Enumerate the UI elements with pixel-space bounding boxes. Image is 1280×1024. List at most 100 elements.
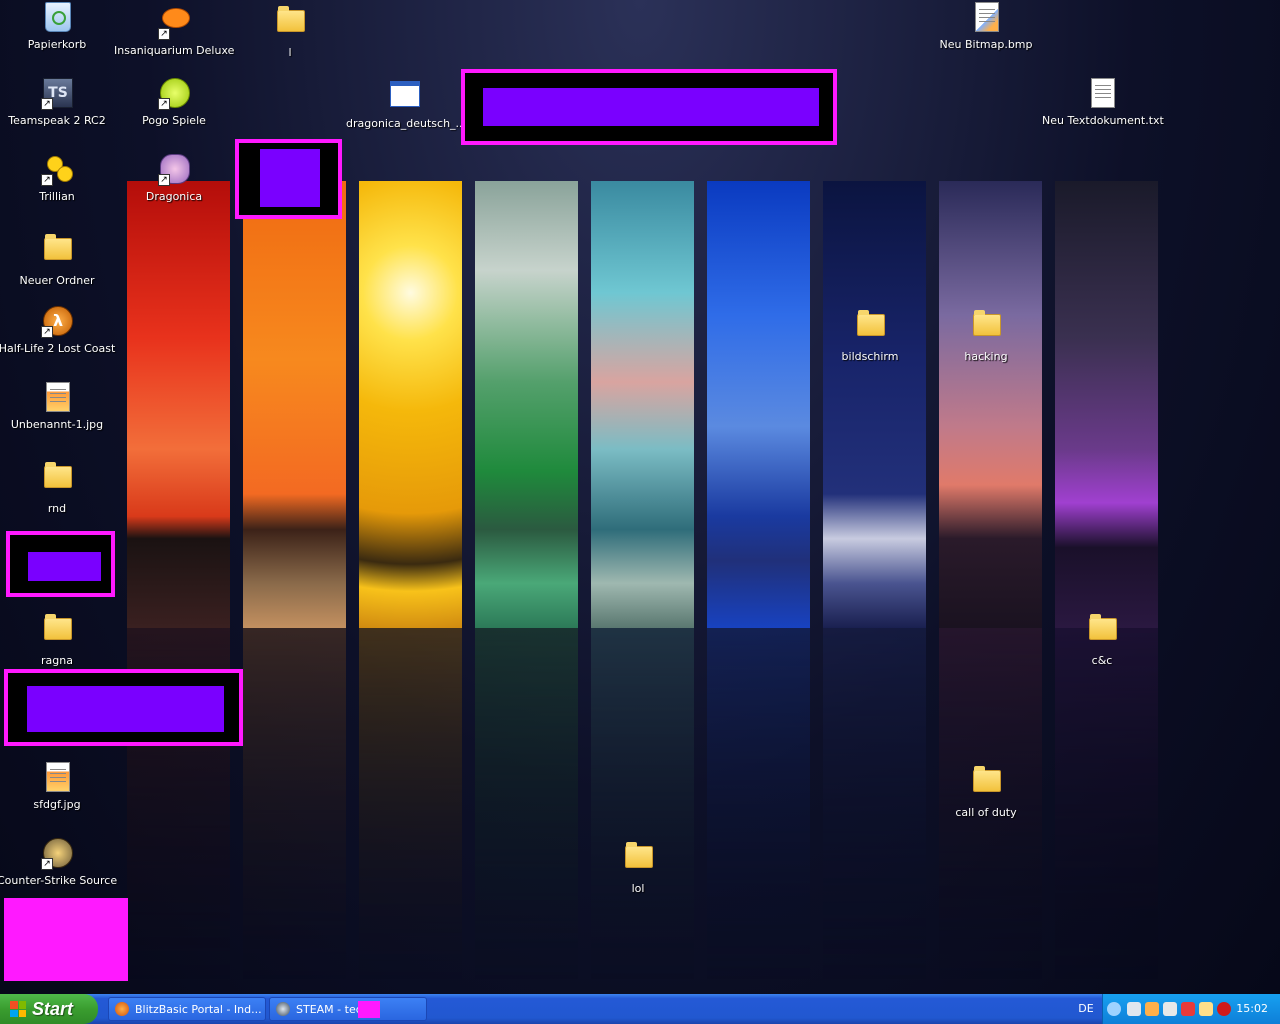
- redaction-box: [4, 669, 243, 746]
- desktop-icon-label: Neuer Ordner: [19, 274, 95, 287]
- text-document-icon: [1086, 78, 1118, 110]
- desktop-icon-label: sfdgf.jpg: [33, 798, 81, 811]
- redaction-box: [235, 139, 342, 219]
- desktop-icon-label: Papierkorb: [27, 38, 87, 51]
- desktop-icon-label: Neu Textdokument.txt: [1042, 114, 1164, 127]
- tray-expand-icon[interactable]: [1107, 1002, 1121, 1016]
- desktop-icon-label: Trillian: [39, 190, 75, 203]
- desktop-icon-label: Counter-Strike Source: [0, 874, 118, 887]
- desktop-icon-teamspeak[interactable]: TS ↗ Teamspeak 2 RC2: [0, 78, 117, 127]
- desktop-icon-label: hacking: [964, 350, 1008, 363]
- wallpaper-panel-indigo: [823, 181, 926, 981]
- network-tray-icon[interactable]: [1163, 1002, 1177, 1016]
- wallpaper-panel-blue: [707, 181, 810, 981]
- folder-icon: [41, 234, 73, 270]
- desktop[interactable]: Papierkorb ↗ Insaniquarium Deluxe l Neu …: [0, 0, 1280, 994]
- desktop-icon-half-life-2[interactable]: λ ↗ Half-Life 2 Lost Coast: [0, 306, 117, 355]
- desktop-icon-counter-strike[interactable]: ↗ Counter-Strike Source: [0, 838, 117, 887]
- desktop-icon-recycle-bin[interactable]: Papierkorb: [0, 2, 117, 51]
- start-label: Start: [32, 998, 74, 1019]
- redaction-box: [461, 69, 837, 145]
- clock[interactable]: 15:02: [1236, 994, 1268, 1024]
- desktop-icon-lol[interactable]: lol: [578, 838, 698, 895]
- desktop-icon-sfdgf-jpg[interactable]: sfdgf.jpg: [0, 762, 117, 811]
- redaction-box: [6, 531, 115, 597]
- wallpaper-panel-orange: [243, 181, 346, 981]
- start-button[interactable]: Start: [0, 994, 98, 1024]
- counter-strike-icon: ↗: [41, 838, 73, 870]
- antivirus-tray-icon[interactable]: [1217, 1002, 1231, 1016]
- desktop-icon-label: l: [288, 46, 292, 59]
- redaction-box: [358, 1001, 380, 1018]
- desktop-icon-label: Pogo Spiele: [142, 114, 206, 127]
- trillian-icon: ↗: [41, 154, 73, 186]
- desktop-icon-label: bildschirm: [841, 350, 899, 363]
- recycle-bin-icon: [41, 2, 73, 34]
- folder-icon: [1086, 614, 1118, 650]
- image-file-icon: [41, 382, 73, 414]
- task-label: BlitzBasic Portal - Ind...: [135, 1003, 262, 1016]
- desktop-icon-label: Neu Bitmap.bmp: [939, 38, 1033, 51]
- wallpaper-panel-purple: [1055, 181, 1158, 981]
- wallpaper-panel-violet: [939, 181, 1042, 981]
- desktop-icon-label: Teamspeak 2 RC2: [8, 114, 106, 127]
- desktop-icon-text-document[interactable]: Neu Textdokument.txt: [1042, 78, 1164, 127]
- folder-icon: [41, 462, 73, 498]
- wallpaper-panel-yellow: [359, 181, 462, 981]
- folder-icon: [41, 614, 73, 650]
- image-file-icon: [41, 762, 73, 794]
- desktop-icon-unbenannt-jpg[interactable]: Unbenannt-1.jpg: [0, 382, 117, 431]
- shortcut-arrow-icon: ↗: [41, 858, 53, 870]
- pogo-icon: ↗: [158, 78, 190, 110]
- wallpaper-panel-green: [475, 181, 578, 981]
- desktop-icon-dragonica[interactable]: ↗ Dragonica: [114, 154, 234, 203]
- dragonica-icon: ↗: [158, 154, 190, 186]
- desktop-icon-call-of-duty[interactable]: call of duty: [926, 762, 1046, 819]
- taskbar-button-steam[interactable]: STEAM - ted: [269, 997, 427, 1021]
- desktop-icon-label: rnd: [47, 502, 67, 515]
- folder-icon: [274, 6, 306, 42]
- task-label: STEAM - ted: [296, 1003, 363, 1016]
- language-indicator[interactable]: DE: [1074, 994, 1098, 1024]
- shortcut-arrow-icon: ↗: [158, 174, 170, 186]
- desktop-icon-insaniquarium[interactable]: ↗ Insaniquarium Deluxe: [114, 2, 234, 57]
- desktop-icon-cnc[interactable]: c&c: [1042, 610, 1162, 667]
- tray-app-icon[interactable]: [1145, 1002, 1159, 1016]
- desktop-icon-rnd[interactable]: rnd: [0, 458, 117, 515]
- desktop-icon-bildschirm[interactable]: bildschirm: [810, 306, 930, 363]
- folder-icon: [854, 310, 886, 346]
- desktop-icon-label: dragonica_deutsch_...: [346, 117, 467, 130]
- application-window-icon: [390, 81, 422, 113]
- folder-icon: [622, 842, 654, 878]
- windows-logo-icon: [10, 1001, 26, 1017]
- desktop-icon-ragna[interactable]: ragna: [0, 610, 117, 667]
- firefox-icon: [115, 1002, 129, 1016]
- system-tray: 15:02: [1102, 994, 1280, 1024]
- shortcut-arrow-icon: ↗: [41, 326, 53, 338]
- desktop-icon-hacking[interactable]: hacking: [926, 306, 1046, 363]
- desktop-icon-bitmap-file[interactable]: Neu Bitmap.bmp: [926, 2, 1046, 51]
- steam-tray-icon[interactable]: [1127, 1002, 1141, 1016]
- desktop-icon-trillian[interactable]: ↗ Trillian: [0, 154, 117, 203]
- taskbar-button-blitzbasic[interactable]: BlitzBasic Portal - Ind...: [108, 997, 266, 1021]
- teamspeak-icon: TS ↗: [41, 78, 73, 110]
- wallpaper-panel-red: [127, 181, 230, 981]
- steam-icon: [276, 1002, 290, 1016]
- folder-icon: [970, 766, 1002, 802]
- desktop-icon-dragonica-deutsch[interactable]: dragonica_deutsch_...: [346, 78, 466, 130]
- security-tray-icon[interactable]: [1181, 1002, 1195, 1016]
- desktop-icon-neuer-ordner[interactable]: Neuer Ordner: [0, 230, 117, 287]
- bitmap-file-icon: [970, 2, 1002, 34]
- volume-icon[interactable]: [1199, 1002, 1213, 1016]
- desktop-icon-label: Insaniquarium Deluxe: [114, 44, 235, 57]
- desktop-icon-label: ragna: [41, 654, 73, 667]
- redaction-box: [4, 898, 128, 981]
- shortcut-arrow-icon: ↗: [41, 98, 53, 110]
- desktop-icon-folder-l[interactable]: l: [230, 2, 350, 59]
- desktop-icon-label: c&c: [1091, 654, 1113, 667]
- half-life-icon: λ ↗: [41, 306, 73, 338]
- desktop-icon-label: lol: [631, 882, 645, 895]
- desktop-icon-label: Half-Life 2 Lost Coast: [0, 342, 116, 355]
- fish-icon: ↗: [158, 8, 190, 40]
- desktop-icon-pogo[interactable]: ↗ Pogo Spiele: [114, 78, 234, 127]
